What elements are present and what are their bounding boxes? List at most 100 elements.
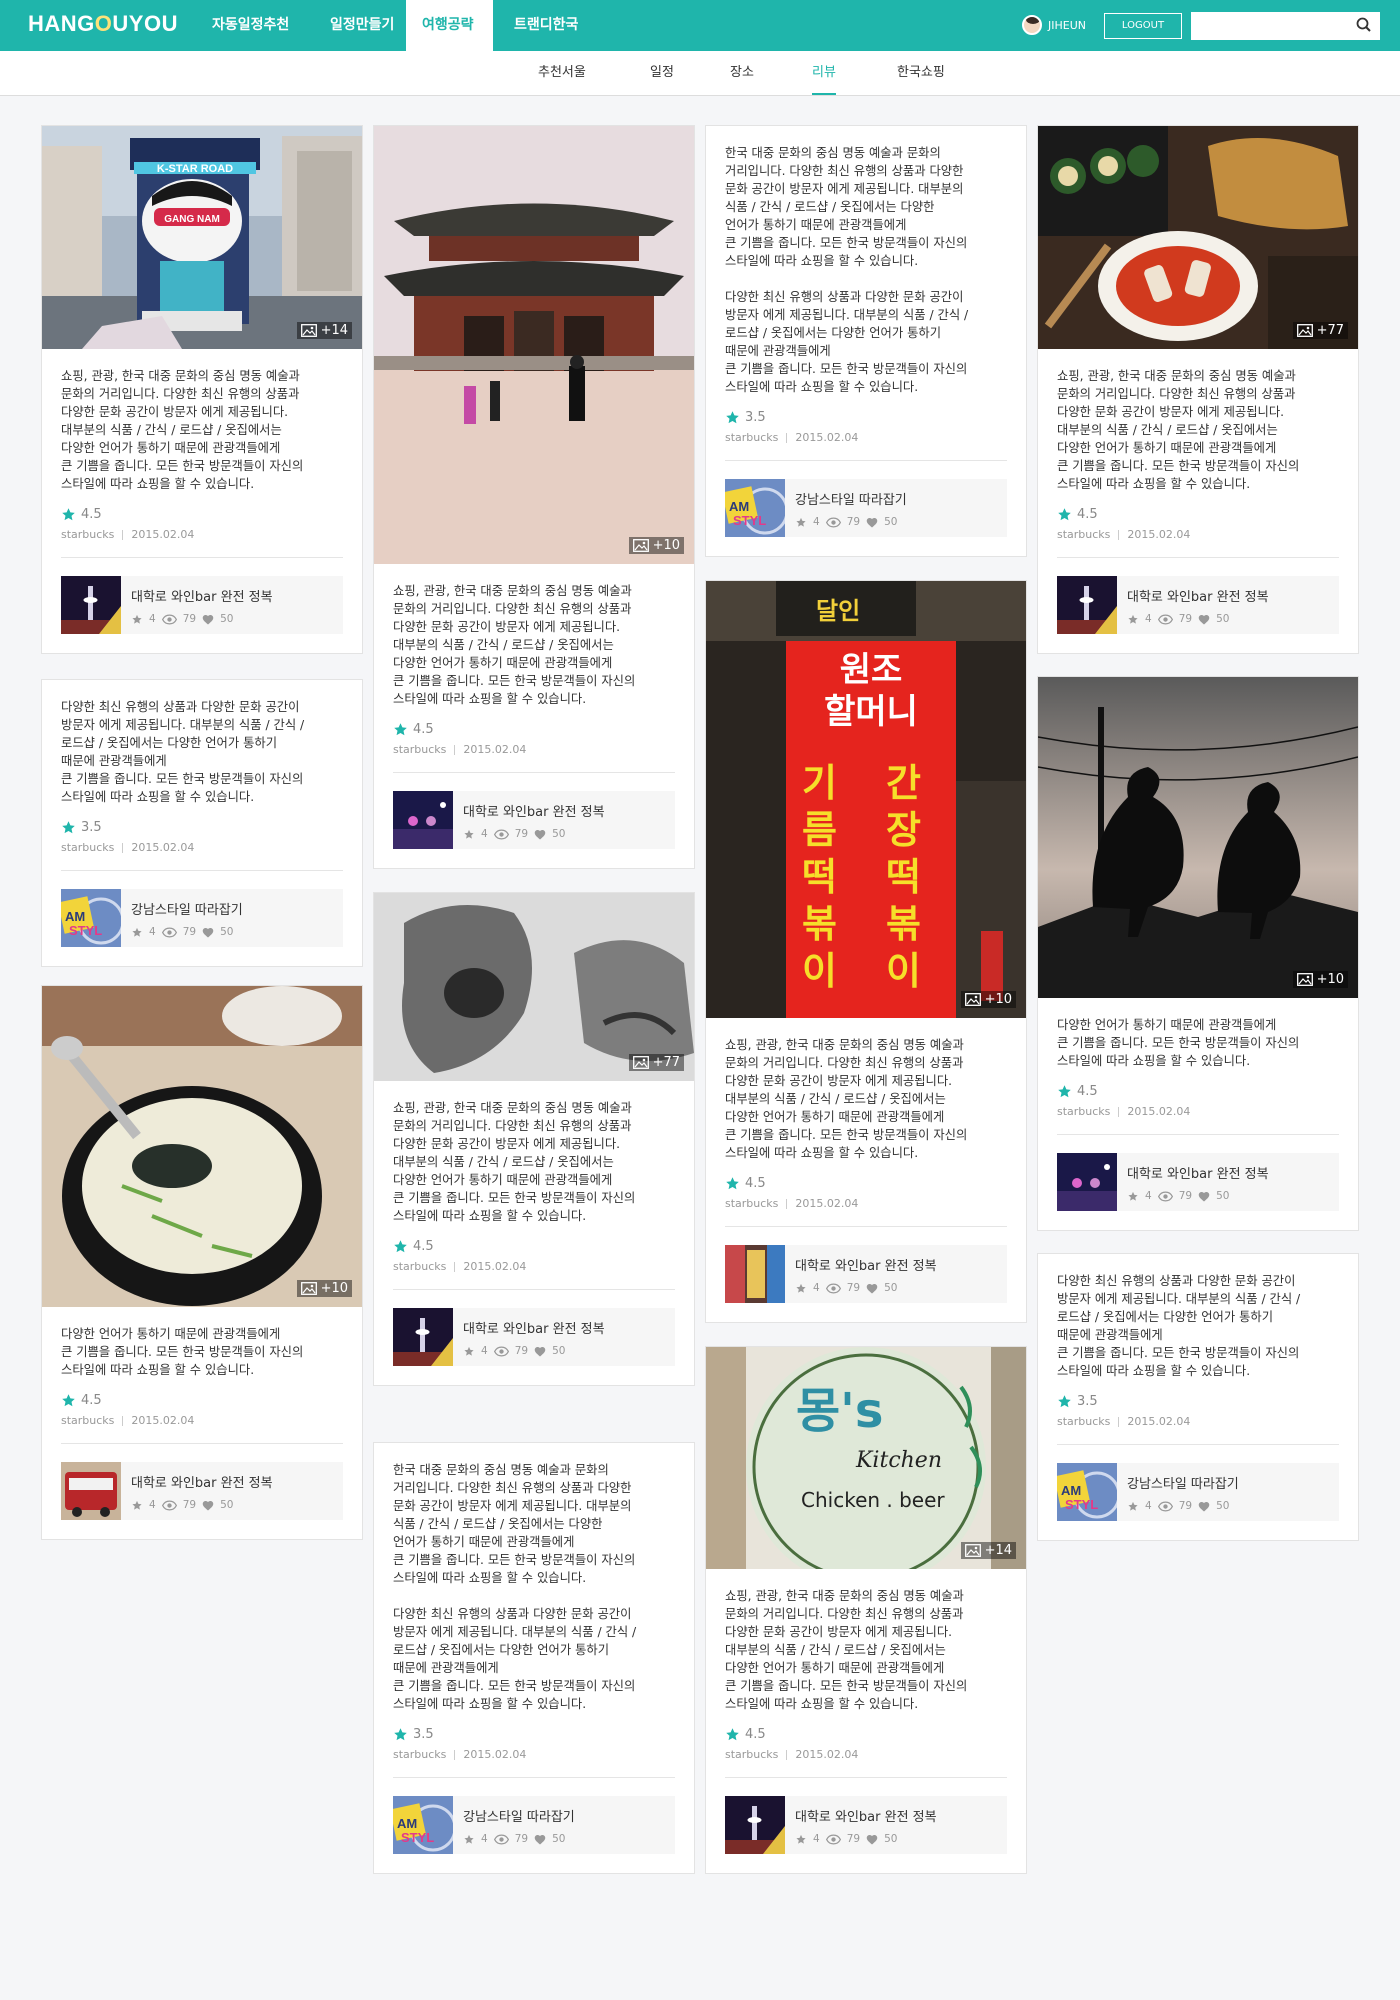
tab-places[interactable]: 장소 [730,51,754,95]
search-input[interactable] [1191,12,1380,40]
photo-count-badge: +10 [1292,971,1348,988]
view-count: 79 [1178,1190,1193,1202]
svg-text:STYL: STYL [733,513,766,528]
author[interactable]: starbucks [61,1414,114,1427]
review-text: 다양한 최신 유행의 상품과 다양한 문화 공간이 방문자 에게 제공됩니다. … [1057,1274,1301,1378]
related-title[interactable]: 대학로 와인bar 완전 정복 [463,801,605,820]
review-photo[interactable]: +10 [374,126,694,564]
star-count: 4 [149,1499,156,1511]
related-title[interactable]: 대학로 와인bar 완전 정복 [795,1806,937,1825]
related-title[interactable]: 강남스타일 따라잡기 [1127,1473,1239,1492]
image-icon [965,993,981,1006]
nav-auto-schedule[interactable]: 자동일정추천 [196,0,305,51]
related-plan[interactable]: AM STYL 강남스타일 따라잡기 4 79 50 [61,889,343,947]
author[interactable]: starbucks [1057,528,1110,541]
related-plan[interactable]: 대학로 와인bar 완전 정복 4 79 50 [725,1796,1007,1854]
tab-recommended-seoul[interactable]: 추천서울 [538,51,586,95]
review-photo[interactable]: +77 [1038,126,1358,349]
related-plan[interactable]: AM STYL 강남스타일 따라잡기 4 79 50 [1057,1463,1339,1521]
related-title[interactable]: 대학로 와인bar 완전 정복 [1127,1163,1269,1182]
review-photo[interactable]: +10 [1038,677,1358,998]
eye-icon [162,927,177,938]
star-count: 4 [149,613,156,625]
related-plan[interactable]: AM STYL 강남스타일 따라잡기 4 79 50 [725,479,1007,537]
review-photo[interactable]: +77 [374,893,694,1081]
review-card[interactable]: +10 쇼핑, 관광, 한국 대중 문화의 중심 명동 예술과 문화의 거리입니… [373,125,695,869]
author[interactable]: starbucks [393,1260,446,1273]
author[interactable]: starbucks [61,841,114,854]
related-plan[interactable]: 대학로 와인bar 완전 정복 4 79 50 [393,791,675,849]
author[interactable]: starbucks [61,528,114,541]
related-title[interactable]: 대학로 와인bar 완전 정복 [463,1318,605,1337]
heart-icon [866,517,878,528]
kitchen-text: Kitchen [855,1448,942,1473]
review-photo[interactable]: +10 [42,986,362,1307]
author[interactable]: starbucks [1057,1415,1110,1428]
review-card[interactable]: +77 쇼핑, 관광, 한국 대중 문화의 중심 명동 예술과 문화의 거리입니… [373,892,695,1386]
eye-icon [494,829,509,840]
related-thumbnail [61,576,121,634]
rating: 4.5 [1057,507,1339,522]
related-plan[interactable]: 대학로 와인bar 완전 정복 4 79 50 [725,1245,1007,1303]
photo-korean-food [1038,126,1358,349]
user-menu[interactable]: JIHEUN [1022,15,1086,35]
review-card[interactable]: K-STAR ROAD GANG NAM +14 쇼핑, 관광, 한국 대중 문… [41,125,363,654]
review-card[interactable]: +10 다양한 언어가 통하기 때문에 관광객들에게 큰 기쁨을 줍니다. 모든… [1037,676,1359,1231]
review-photo[interactable]: K-STAR ROAD GANG NAM +14 [42,126,362,349]
author[interactable]: starbucks [725,1748,778,1761]
related-title[interactable]: 강남스타일 따라잡기 [463,1806,575,1825]
tab-korea-shopping[interactable]: 한국쇼핑 [897,51,945,95]
nav-travel-guide[interactable]: 여행공략 [406,0,493,51]
related-title[interactable]: 강남스타일 따라잡기 [795,489,907,508]
review-photo[interactable]: 몽's Kitchen Chicken . beer +14 [706,1347,1026,1569]
related-plan[interactable]: 대학로 와인bar 완전 정복 4 79 50 [1057,576,1339,634]
author[interactable]: starbucks [725,1197,778,1210]
review-card[interactable]: 몽's Kitchen Chicken . beer +14 쇼핑, 관광, 한… [705,1346,1027,1874]
related-plan[interactable]: AM STYL 강남스타일 따라잡기 4 79 50 [393,1796,675,1854]
review-card[interactable]: 한국 대중 문화의 중심 명동 예술과 문화의 거리입니다. 다양한 최신 유행… [705,125,1027,557]
like-count: 50 [220,613,234,625]
related-plan[interactable]: 대학로 와인bar 완전 정복 4 79 50 [61,1462,343,1520]
review-text: 쇼핑, 관광, 한국 대중 문화의 중심 명동 예술과 문화의 거리입니다. 다… [725,1038,968,1160]
heart-icon [202,614,214,625]
related-plan[interactable]: 대학로 와인bar 완전 정복 4 79 50 [1057,1153,1339,1211]
author[interactable]: starbucks [1057,1105,1110,1118]
search-icon[interactable] [1354,15,1374,35]
logout-button[interactable]: LOGOUT [1104,13,1182,39]
divider [393,1289,675,1290]
related-title[interactable]: 강남스타일 따라잡기 [131,899,243,918]
nav-make-schedule[interactable]: 일정만들기 [314,0,410,51]
eye-icon [826,1283,841,1294]
related-title[interactable]: 대학로 와인bar 완전 정복 [795,1255,937,1274]
star-icon [725,1727,740,1742]
review-card[interactable]: +10 다양한 언어가 통하기 때문에 관광객들에게 큰 기쁨을 줍니다. 모든… [41,985,363,1540]
review-card[interactable]: 한국 대중 문화의 중심 명동 예술과 문화의 거리입니다. 다양한 최신 유행… [373,1442,695,1874]
photo-rooster-silhouette [1038,677,1358,998]
star-icon [795,1834,807,1845]
related-plan[interactable]: 대학로 와인bar 완전 정복 4 79 50 [61,576,343,634]
nav-trendy-korea[interactable]: 트랜디한국 [498,0,594,51]
tab-schedule[interactable]: 일정 [650,51,674,95]
photo-count: +10 [1316,972,1344,987]
divider [61,870,343,871]
review-card[interactable]: 다양한 최신 유행의 상품과 다양한 문화 공간이 방문자 에게 제공됩니다. … [1037,1253,1359,1541]
photo-count: +10 [652,538,680,553]
related-thumbnail [1057,1153,1117,1211]
author[interactable]: starbucks [393,1748,446,1761]
related-thumbnail [725,1245,785,1303]
logo[interactable]: HANGOUYOU [28,11,178,37]
related-title[interactable]: 대학로 와인bar 완전 정복 [131,1472,273,1491]
review-photo[interactable]: 달인 원조 할머니 간 장 떡 볶 이기 름 떡 볶 이 +10 [706,581,1026,1018]
author[interactable]: starbucks [725,431,778,444]
star-icon [725,1176,740,1191]
review-card[interactable]: 달인 원조 할머니 간 장 떡 볶 이기 름 떡 볶 이 +10 쇼핑, 관광, 한국 대중 문화… [705,580,1027,1323]
photo-mongs-kitchen: 몽's Kitchen Chicken . beer [706,1347,1026,1569]
related-title[interactable]: 대학로 와인bar 완전 정복 [131,586,273,605]
review-card[interactable]: +77 쇼핑, 관광, 한국 대중 문화의 중심 명동 예술과 문화의 거리입니… [1037,125,1359,654]
eye-icon [494,1346,509,1357]
author[interactable]: starbucks [393,743,446,756]
tab-reviews[interactable]: 리뷰 [812,51,836,95]
related-title[interactable]: 대학로 와인bar 완전 정복 [1127,586,1269,605]
review-card[interactable]: 다양한 최신 유행의 상품과 다양한 문화 공간이 방문자 에게 제공됩니다. … [41,679,363,967]
related-plan[interactable]: 대학로 와인bar 완전 정복 4 79 50 [393,1308,675,1366]
